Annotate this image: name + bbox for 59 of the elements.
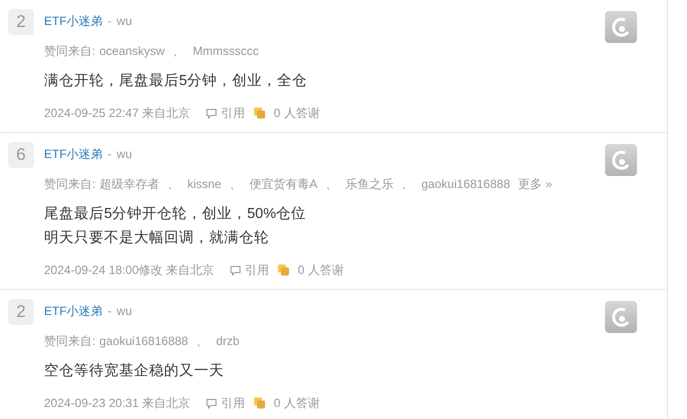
quote-link[interactable]: 引用 [206, 104, 245, 122]
more-link[interactable]: 更多 » [518, 175, 552, 193]
avatar-placeholder-icon [610, 16, 632, 38]
liker-separator: 、 [325, 176, 338, 193]
liker-link[interactable]: gaokui16816888 [421, 175, 510, 193]
post-location: 来自北京 [142, 395, 190, 412]
post-text: 满仓开轮，尾盘最后5分钟，创业，全仓 [44, 72, 308, 91]
avatar[interactable] [605, 11, 637, 43]
comment-icon [206, 108, 217, 118]
avatar[interactable] [605, 301, 637, 333]
quote-link[interactable]: 引用 [206, 394, 245, 412]
liker-link[interactable]: Mmmsssccc [192, 42, 259, 60]
liker-link[interactable]: kissne [187, 175, 222, 193]
post-time: 2024-09-25 22:47 [44, 105, 139, 122]
post-text: 空仓等待宽基企稳的又一天 [44, 362, 225, 381]
post-text: 尾盘最后5分钟开仓轮，创业，50%仓位 [44, 205, 308, 224]
vote-count: 2 [8, 9, 34, 35]
comment-icon [206, 398, 217, 408]
vote-count: 2 [8, 299, 34, 325]
likes-label: 赞同来自: [44, 333, 96, 350]
avatar[interactable] [605, 144, 637, 176]
coins-icon [252, 397, 266, 409]
post-time: 2024-09-24 18:00修改 [44, 262, 163, 279]
liker-separator: 、 [172, 43, 185, 60]
quote-link[interactable]: 引用 [230, 261, 269, 279]
avatar-placeholder-icon [610, 149, 632, 171]
thanks-count[interactable]: 0 人答谢 [276, 261, 344, 279]
post-location: 来自北京 [142, 105, 190, 122]
liker-separator: 、 [167, 176, 180, 193]
liker-separator: 、 [229, 176, 242, 193]
comment-icon [230, 264, 241, 276]
user-signature: wu [116, 13, 132, 30]
separator: - [108, 13, 112, 30]
liker-link[interactable]: oceanskysw [99, 42, 165, 60]
post-time: 2024-09-23 20:31 [44, 395, 139, 412]
liker-separator: 、 [196, 333, 208, 350]
coins-icon [252, 107, 266, 119]
separator: - [108, 303, 112, 320]
user-signature: wu [116, 303, 132, 320]
avatar-placeholder-icon [610, 306, 632, 328]
separator: - [108, 146, 112, 163]
liker-separator: 、 [401, 176, 414, 193]
post-text: 明天只要不是大幅回调，就满仓轮 [44, 229, 270, 248]
likes-label: 赞同来自: [44, 176, 96, 193]
post-location: 来自北京 [166, 262, 214, 279]
author-link[interactable]: ETF小迷弟 [44, 12, 103, 30]
thanks-count[interactable]: 0 人答谢 [252, 394, 320, 412]
vote-count: 6 [8, 142, 34, 168]
coins-icon [276, 264, 290, 276]
liker-link[interactable]: drzb [216, 332, 240, 350]
author-link[interactable]: ETF小迷弟 [44, 145, 103, 163]
author-link[interactable]: ETF小迷弟 [44, 302, 103, 320]
liker-link[interactable]: 便宜货有毒A [249, 175, 318, 193]
liker-link[interactable]: 乐鱼之乐 [345, 175, 394, 193]
thanks-count[interactable]: 0 人答谢 [252, 104, 320, 122]
likes-label: 赞同来自: [44, 43, 96, 60]
liker-link[interactable]: gaokui16816888 [99, 332, 188, 350]
liker-link[interactable]: 超级幸存者 [99, 175, 160, 193]
user-signature: wu [116, 146, 132, 163]
